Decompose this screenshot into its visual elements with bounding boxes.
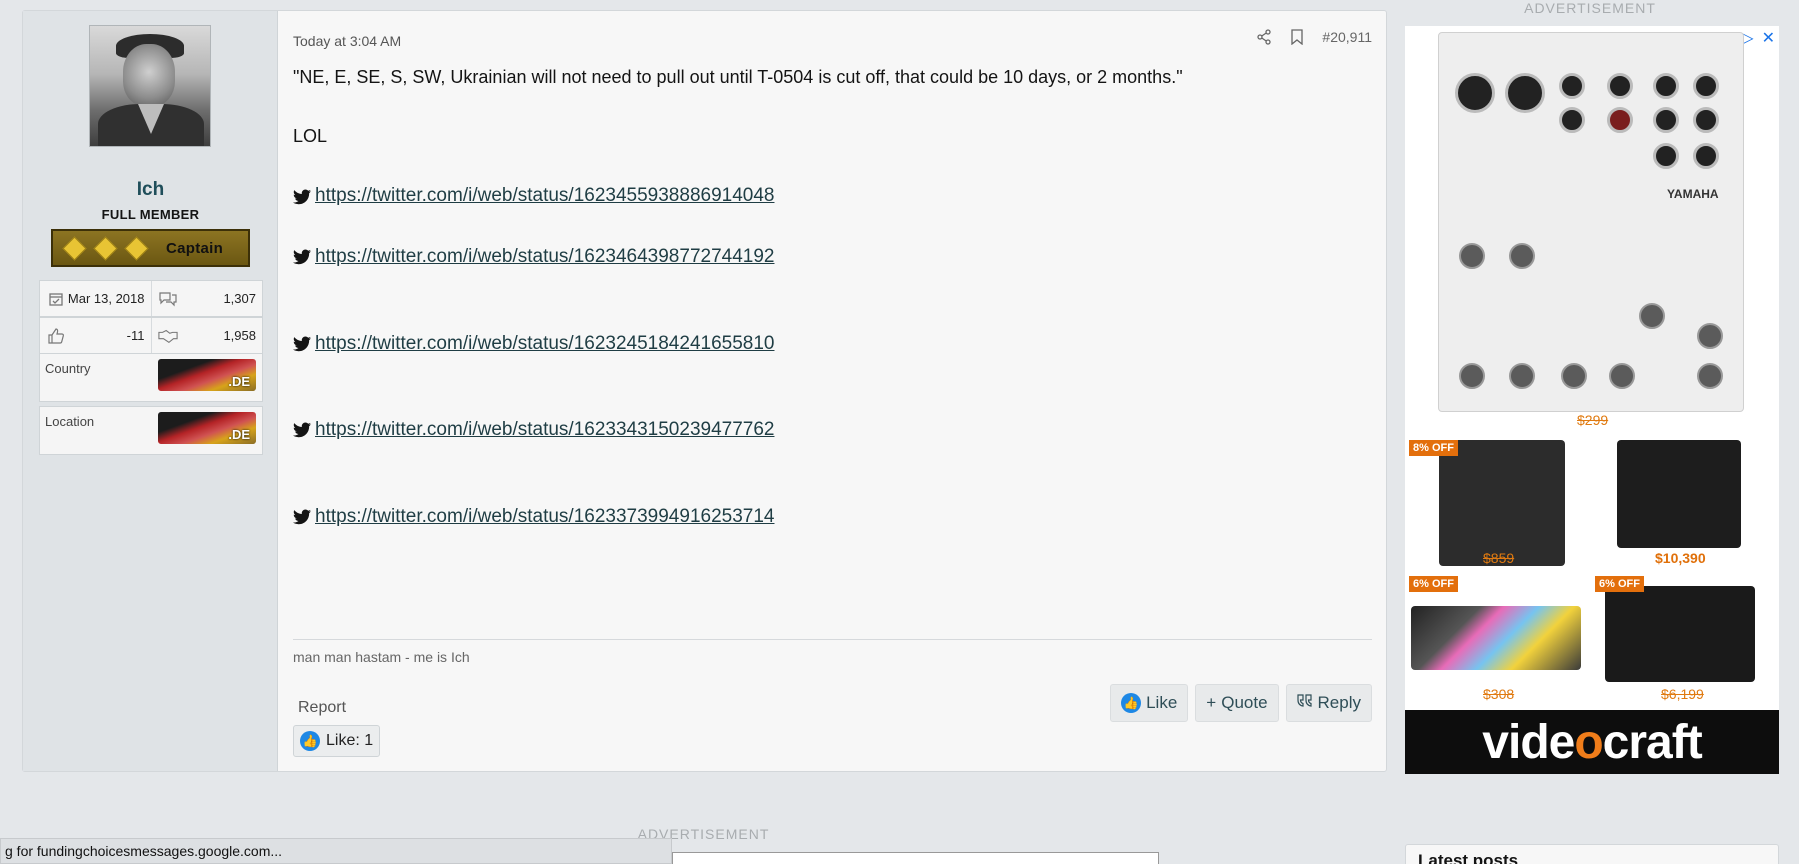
joined-stat: Mar 13, 2018	[40, 281, 152, 316]
post-actions: #20,911	[1256, 29, 1372, 45]
twitter-bird-icon	[293, 189, 311, 204]
reply-text: LOL	[293, 126, 328, 147]
post-buttons: 👍 Like + Quote Reply	[1110, 684, 1372, 722]
like-button[interactable]: 👍 Like	[1110, 684, 1189, 722]
reply-button[interactable]: Reply	[1285, 684, 1372, 722]
post-body: "NE, E, SE, S, SW, Ukrainian will not ne…	[293, 65, 1372, 530]
twitter-link-3: https://twitter.com/i/web/status/1623245…	[293, 331, 1372, 358]
likes-summary-text: Like: 1	[326, 732, 374, 749]
location-label: Location	[45, 414, 95, 429]
handshake-icon	[157, 326, 178, 346]
post-number[interactable]: #20,911	[1322, 29, 1372, 45]
keyboard-price[interactable]: $308	[1483, 686, 1514, 702]
joined-date: Mar 13, 2018	[67, 291, 145, 306]
messages-count: 1,307	[223, 291, 256, 306]
thumbs-up-icon	[46, 326, 66, 346]
mixer-product[interactable]: YAMAHA	[1438, 32, 1744, 412]
country-label: Country	[45, 361, 91, 376]
twitter-link[interactable]: https://twitter.com/i/web/status/1623373…	[315, 504, 774, 531]
calendar-check-icon	[46, 289, 66, 309]
reaction-score: -11	[126, 328, 145, 343]
bottom-ad[interactable]	[672, 852, 1159, 864]
rank-diamond-icon	[124, 235, 149, 261]
rank-diamond-icon	[62, 235, 87, 261]
ad-label: ADVERTISEMENT	[1524, 0, 1656, 16]
country-flag-text: .DE	[228, 374, 250, 389]
ad-controls: ▷ ✕	[1741, 28, 1775, 48]
twitter-bird-icon	[293, 336, 311, 352]
points-stat: 1,958	[152, 318, 263, 353]
latest-posts-header: Latest posts	[1405, 844, 1779, 864]
recorder-price[interactable]: $859	[1483, 550, 1514, 566]
points-count: 1,958	[223, 328, 256, 343]
twitter-bird-icon	[293, 509, 311, 525]
location-flag-text: .DE	[228, 427, 250, 442]
quote-button[interactable]: + Quote	[1195, 684, 1279, 722]
keyboard-discount-badge: 6% OFF	[1409, 576, 1458, 592]
germany-flag-icon: .DE	[158, 412, 256, 444]
sidebar-ad[interactable]: ▷ ✕ YAMAHA $299 8% OFF $859 $10,390 6% O…	[1405, 26, 1779, 774]
avatar[interactable]	[89, 25, 211, 147]
germany-flag-icon: .DE	[158, 359, 256, 391]
rank-diamond-icon	[93, 235, 118, 261]
twitter-link-5: https://twitter.com/i/web/status/1623373…	[293, 504, 1372, 531]
twitter-bird-icon	[293, 249, 311, 265]
like-icon: 👍	[1121, 693, 1142, 713]
like-button-label: Like	[1146, 693, 1178, 712]
mixer-price[interactable]: $299	[1577, 412, 1608, 428]
like-icon: 👍	[300, 731, 320, 751]
location-field: Location .DE	[39, 406, 263, 455]
brand-part: o	[1574, 715, 1603, 769]
post-timestamp[interactable]: Today at 3:04 AM	[293, 33, 401, 49]
videocraft-logo[interactable]: vide o craft	[1405, 710, 1779, 774]
bookmark-icon[interactable]	[1290, 29, 1304, 45]
keyboard-product[interactable]	[1411, 606, 1581, 670]
cinema-camera-product[interactable]	[1617, 440, 1741, 548]
sony-price[interactable]: $6,199	[1661, 686, 1704, 702]
messages-stat: 1,307	[152, 281, 263, 316]
cinema-camera-price[interactable]: $10,390	[1655, 550, 1706, 566]
reaction-stat: -11	[40, 318, 152, 353]
browser-status-bar: g for fundingchoicesmessages.google.com.…	[0, 838, 672, 864]
likes-summary[interactable]: 👍 Like: 1	[293, 725, 381, 757]
user-title: FULL MEMBER	[101, 207, 200, 222]
quote-button-label: Quote	[1221, 693, 1268, 712]
twitter-bird-icon	[293, 422, 311, 438]
share-icon[interactable]	[1256, 29, 1272, 45]
stats-row-2: -11 1,958	[39, 317, 263, 354]
sony-discount-badge: 6% OFF	[1595, 576, 1644, 592]
sony-camera-product[interactable]	[1605, 586, 1755, 682]
twitter-link-1: https://twitter.com/i/web/status/1623455…	[293, 183, 1372, 210]
country-field: Country .DE	[39, 353, 263, 402]
quoted-text: "NE, E, SE, S, SW, Ukrainian will not ne…	[293, 67, 1183, 87]
post-content: Today at 3:04 AM #20,911 "NE, E, SE, S, …	[278, 11, 1386, 771]
twitter-link[interactable]: https://twitter.com/i/web/status/1623455…	[315, 183, 774, 210]
reply-quote-icon	[1296, 693, 1313, 713]
latest-posts-title: Latest posts	[1418, 851, 1519, 864]
reply-button-label: Reply	[1317, 693, 1361, 712]
mixer-brand: YAMAHA	[1667, 187, 1719, 201]
twitter-link-2: https://twitter.com/i/web/status/1623464…	[293, 244, 1372, 271]
close-icon[interactable]: ✕	[1762, 28, 1775, 48]
twitter-link[interactable]: https://twitter.com/i/web/status/1623343…	[315, 417, 774, 444]
twitter-link[interactable]: https://twitter.com/i/web/status/1623464…	[315, 244, 774, 271]
rank-banner: Captain	[51, 229, 250, 267]
twitter-link-4: https://twitter.com/i/web/status/1623343…	[293, 417, 1372, 444]
report-link[interactable]: Report	[298, 699, 346, 717]
username[interactable]: Ich	[23, 179, 278, 201]
post-card: Ich FULL MEMBER Captain Mar 13, 2018 1,3…	[22, 10, 1387, 772]
recorder-discount-badge: 8% OFF	[1409, 440, 1458, 456]
comments-icon	[158, 289, 178, 309]
twitter-link[interactable]: https://twitter.com/i/web/status/1623245…	[315, 331, 774, 358]
user-pane: Ich FULL MEMBER Captain Mar 13, 2018 1,3…	[23, 11, 278, 771]
plus-icon: +	[1206, 693, 1217, 712]
recorder-product[interactable]	[1439, 440, 1565, 566]
brand-part: vide	[1482, 715, 1575, 769]
brand-part: craft	[1602, 715, 1703, 769]
rank-label: Captain	[166, 239, 224, 257]
signature: man man hastam - me is Ich	[293, 639, 1372, 665]
stats-row-1: Mar 13, 2018 1,307	[39, 280, 263, 317]
